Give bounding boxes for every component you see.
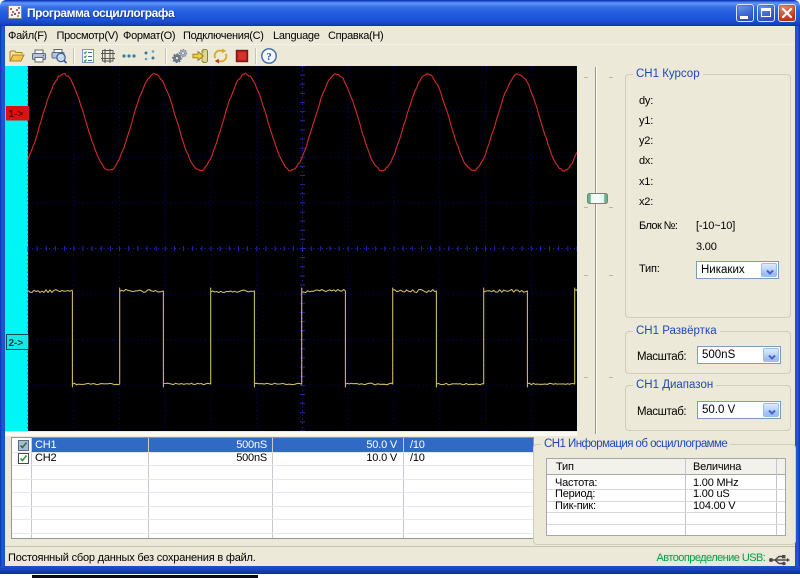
svg-text:?: ? [267, 51, 273, 63]
svg-text:1->: 1-> [9, 109, 24, 120]
svg-text:2->: 2-> [9, 338, 24, 349]
